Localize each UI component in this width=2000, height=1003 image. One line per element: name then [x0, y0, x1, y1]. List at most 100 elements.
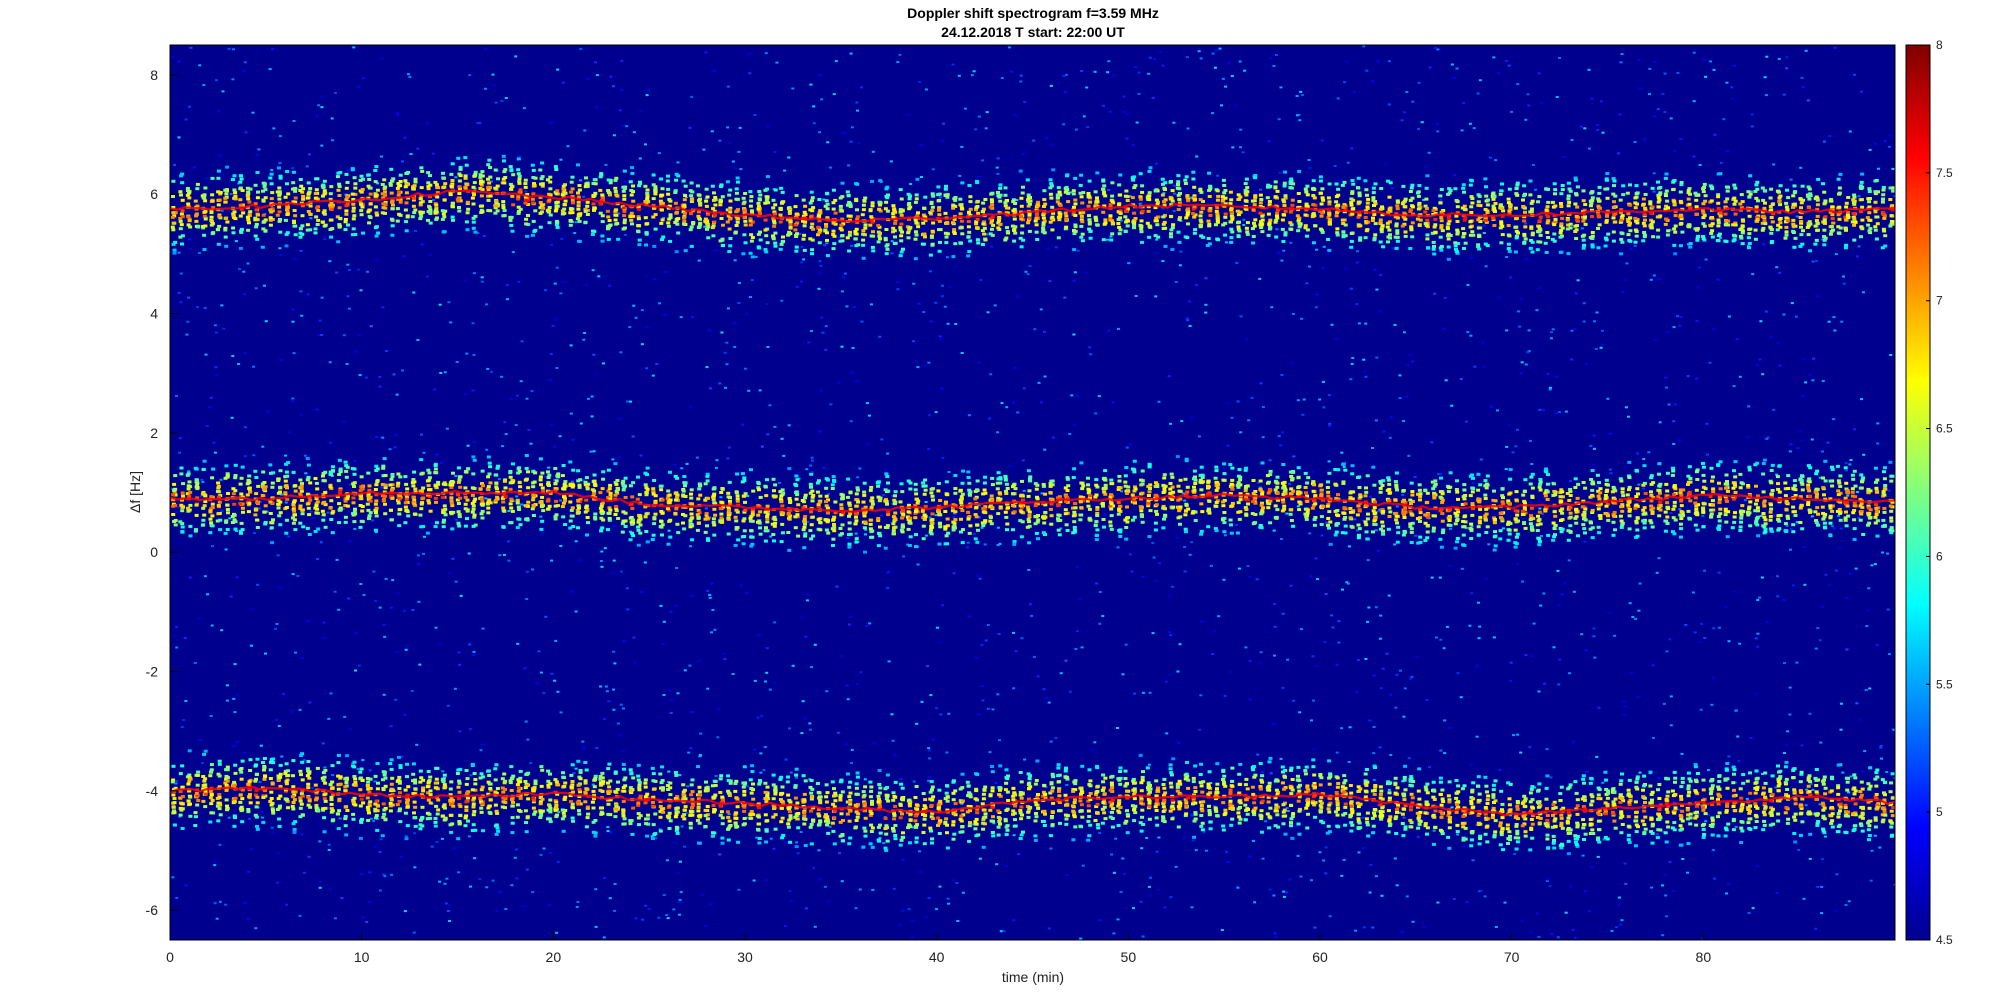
- band-cell: [278, 176, 283, 180]
- noise-speck: [234, 240, 238, 243]
- noise-speck: [1455, 67, 1459, 70]
- noise-speck: [1137, 92, 1141, 95]
- band-cell: [583, 221, 588, 225]
- noise-speck: [747, 52, 751, 55]
- noise-speck: [1037, 381, 1041, 384]
- band-cell: [329, 207, 334, 211]
- noise-speck: [840, 345, 844, 348]
- noise-speck: [1002, 930, 1006, 933]
- noise-speck: [457, 871, 461, 874]
- noise-speck: [1754, 637, 1758, 640]
- noise-speck: [539, 671, 543, 674]
- band-cell: [763, 218, 768, 222]
- noise-speck: [537, 650, 541, 653]
- noise-speck: [915, 722, 919, 725]
- band-cell: [824, 224, 829, 228]
- noise-speck: [1615, 926, 1618, 929]
- band-cell: [848, 230, 852, 234]
- noise-speck: [1452, 77, 1456, 79]
- noise-speck: [1125, 446, 1129, 449]
- noise-speck: [243, 426, 247, 429]
- band-cell: [1214, 223, 1218, 227]
- noise-speck: [235, 576, 239, 579]
- noise-speck: [466, 444, 470, 447]
- noise-speck: [1594, 347, 1598, 350]
- band-cell: [683, 184, 688, 188]
- noise-speck: [863, 778, 867, 781]
- noise-speck: [1815, 260, 1819, 262]
- band-cell: [863, 226, 868, 230]
- noise-speck: [198, 617, 202, 620]
- noise-speck: [1173, 184, 1176, 187]
- band-cell: [877, 234, 882, 238]
- noise-speck: [850, 244, 854, 247]
- noise-speck: [1751, 907, 1755, 910]
- band-cell: [1251, 241, 1256, 245]
- band-cell: [188, 225, 193, 229]
- noise-speck: [300, 657, 304, 659]
- band-cell: [1186, 207, 1191, 211]
- band-cell: [441, 176, 446, 180]
- noise-speck: [1830, 525, 1834, 528]
- noise-speck: [1169, 896, 1173, 899]
- noise-speck: [996, 431, 1000, 434]
- noise-speck: [1098, 919, 1102, 922]
- band-cell: [959, 206, 964, 210]
- noise-speck: [1563, 582, 1567, 585]
- band-cell: [254, 208, 259, 212]
- noise-speck: [373, 845, 377, 848]
- noise-speck: [380, 486, 384, 489]
- band-cell: [1186, 199, 1191, 203]
- noise-speck: [515, 877, 519, 880]
- band-cell: [428, 200, 433, 203]
- band-cell: [1063, 211, 1068, 215]
- band-cell: [1274, 235, 1279, 239]
- noise-speck: [1464, 420, 1468, 423]
- noise-speck: [1725, 150, 1729, 153]
- band-cell: [488, 166, 493, 169]
- noise-speck: [1223, 694, 1227, 697]
- band-cell: [1281, 240, 1286, 243]
- noise-speck: [1497, 72, 1501, 75]
- noise-speck: [676, 692, 680, 695]
- band-cell: [966, 254, 971, 258]
- band-cell: [906, 231, 911, 235]
- band-cell: [824, 199, 829, 203]
- band-cell: [277, 186, 282, 190]
- noise-speck: [666, 917, 670, 920]
- band-cell: [1123, 215, 1128, 219]
- noise-speck: [1704, 75, 1708, 78]
- band-cell: [223, 200, 228, 204]
- noise-speck: [1190, 541, 1194, 544]
- noise-speck: [1518, 325, 1522, 328]
- band-cell: [809, 214, 814, 218]
- noise-speck: [397, 114, 401, 117]
- band-cell: [1185, 236, 1190, 240]
- noise-speck: [504, 433, 508, 436]
- noise-speck: [1800, 76, 1804, 79]
- band-cell: [907, 227, 912, 231]
- band-cell: [336, 240, 341, 244]
- band-cell: [1109, 238, 1114, 242]
- noise-speck: [1676, 315, 1679, 318]
- noise-speck: [1826, 441, 1830, 444]
- band-cell: [1237, 229, 1242, 233]
- band-cell: [576, 204, 581, 208]
- band-cell: [975, 226, 979, 230]
- band-cell: [1154, 216, 1159, 220]
- noise-speck: [1209, 564, 1213, 567]
- band-cell: [1124, 189, 1129, 193]
- band-cell: [838, 196, 843, 200]
- noise-speck: [1730, 86, 1734, 89]
- band-cell: [817, 241, 822, 245]
- noise-speck: [1109, 235, 1113, 238]
- band-cell: [758, 238, 763, 242]
- band-cell: [1126, 219, 1130, 223]
- noise-speck: [1188, 553, 1192, 556]
- noise-speck: [544, 289, 547, 292]
- band-cell: [293, 233, 298, 237]
- noise-speck: [471, 389, 475, 392]
- noise-speck: [1494, 926, 1498, 928]
- noise-speck: [1456, 672, 1460, 675]
- band-cell: [674, 172, 679, 176]
